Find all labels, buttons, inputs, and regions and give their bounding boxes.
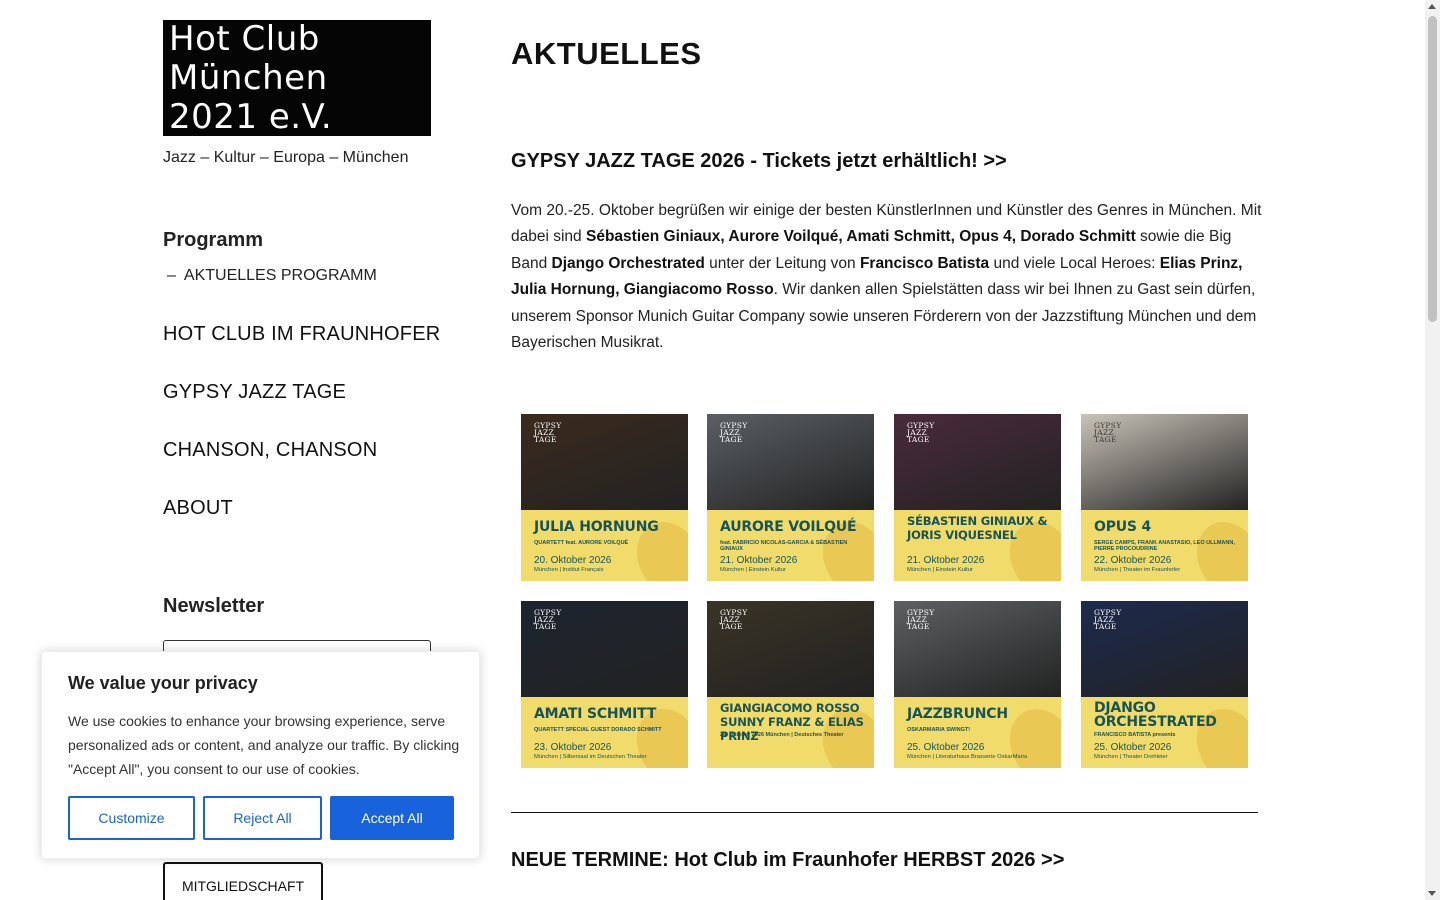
- cookie-title: We value your privacy: [68, 673, 258, 693]
- poster-subtitle: OSKARMARIA SWINGT!: [907, 727, 971, 733]
- poster-date: 21. Oktober 2026: [720, 555, 798, 566]
- poster-name: JAZZBRUNCH: [907, 706, 1008, 722]
- poster-logo: GYPSY JAZZ TAGE: [907, 608, 935, 631]
- poster-subtitle: FRANCISCO BATISTA presents: [1094, 732, 1176, 738]
- nav-item-label: AKTUELLES PROGRAMM: [183, 267, 377, 284]
- poster-location: München | Literaturhaus Brasserie OskarM…: [907, 754, 1028, 760]
- poster-name: SÉBASTIEN GINIAUX & JORIS VIQUESNEL: [907, 514, 1048, 542]
- poster-name: JULIA HORNUNG: [534, 519, 659, 535]
- poster-name: AURORE VOILQUÉ: [720, 519, 857, 535]
- poster-name: AMATI SCHMITT: [534, 706, 657, 722]
- poster-logo: GYPSY JAZZ TAGE: [1094, 608, 1122, 631]
- divider: [511, 812, 1258, 813]
- poster-logo: GYPSY JAZZ TAGE: [720, 608, 748, 631]
- scroll-thumb[interactable]: [1428, 16, 1437, 322]
- scroll-down-icon[interactable]: [1428, 891, 1436, 896]
- customize-button[interactable]: Customize: [68, 796, 195, 840]
- poster-date: 22. Oktober 2026: [1094, 555, 1172, 566]
- cookie-banner: We value your privacy We use cookies to …: [41, 651, 480, 859]
- poster-subtitle: 24. Oktober 2026 München | Deutsches The…: [720, 732, 844, 738]
- event-poster[interactable]: GYPSY JAZZ TAGE GIANGIACOMO ROSSO SUNNY F…: [707, 601, 874, 768]
- poster-subtitle: feat. FABRICIO NICOLAS-GARCIA & SÉBASTIE…: [720, 540, 848, 552]
- poster-logo: GYPSY JAZZ TAGE: [534, 608, 562, 631]
- poster-location: München | Silbersaal im Deutschen Theate…: [534, 754, 647, 760]
- accept-all-button[interactable]: Accept All: [330, 796, 454, 840]
- scrollbar[interactable]: [1425, 0, 1440, 900]
- event-poster[interactable]: GYPSY JAZZ TAGE JAZZBRUNCH OSKARMARIA SWIN…: [894, 601, 1061, 768]
- article-title-neue-termine[interactable]: NEUE TERMINE: Hot Club im Fraunhofer HER…: [511, 849, 1064, 872]
- event-poster[interactable]: GYPSY JAZZ TAGE SÉBASTIEN GINIAUX & JORIS…: [894, 414, 1061, 581]
- poster-date: 20. Oktober 2026: [534, 555, 612, 566]
- poster-name: OPUS 4: [1094, 519, 1152, 535]
- article-text: Vom 20.-25. Oktober begrüßen wir einige …: [511, 202, 1262, 352]
- membership-button[interactable]: MITGLIEDSCHAFT: [163, 862, 323, 900]
- poster-date: 23. Oktober 2026: [534, 742, 612, 753]
- poster-name: DJANGO ORCHESTRATED: [1094, 700, 1217, 730]
- poster-subtitle: SERGE CAMPS, FRANK ANASTASIO, LEO ULLMAN…: [1094, 540, 1235, 552]
- poster-location: München | Einstein Kultur: [907, 567, 973, 573]
- newsletter-heading: Newsletter: [163, 595, 265, 617]
- poster-logo: GYPSY JAZZ TAGE: [907, 421, 935, 444]
- poster-location: München | Einstein Kultur: [720, 567, 786, 573]
- poster-logo: GYPSY JAZZ TAGE: [1094, 421, 1122, 444]
- article-title-gypsy-jazz[interactable]: GYPSY JAZZ TAGE 2026 - Tickets jetzt erh…: [511, 150, 1007, 173]
- nav-heading-programm: Programm: [163, 229, 264, 251]
- poster-date: 25. Oktober 2026: [1094, 742, 1172, 753]
- site-tagline: Jazz – Kultur – Europa – München: [163, 149, 409, 166]
- site-title[interactable]: Hot Club München 2021 e.V.: [163, 20, 431, 137]
- poster-location: München | Theater Drehleier: [1094, 754, 1168, 760]
- poster-logo: GYPSY JAZZ TAGE: [534, 421, 562, 444]
- scroll-up-icon[interactable]: [1428, 4, 1436, 9]
- poster-subtitle: QUARTETT feat. AURORE VOILQUÉ: [534, 540, 629, 546]
- poster-subtitle: QUARTETT SPECIAL GUEST DORADO SCHMITT: [534, 727, 662, 733]
- poster-date: 25. Oktober 2026: [907, 742, 985, 753]
- event-poster[interactable]: GYPSY JAZZ TAGE OPUS 4 SERGE CAMPS, FRANK …: [1081, 414, 1248, 581]
- poster-date: 21. Oktober 2026: [907, 555, 985, 566]
- page-title: AKTUELLES: [511, 36, 702, 71]
- nav-item-chanson[interactable]: CHANSON, CHANSON: [163, 439, 377, 462]
- poster-location: München | Theater im Fraunhofer: [1094, 567, 1181, 573]
- poster-location: München | Institut Français: [534, 567, 604, 573]
- nav-item-about[interactable]: ABOUT: [163, 497, 233, 520]
- dash-icon: –: [167, 267, 176, 284]
- nav-item-hot-club-im-fraunhofer[interactable]: HOT CLUB IM FRAUNHOFER: [163, 323, 440, 346]
- event-poster[interactable]: GYPSY JAZZ TAGE JULIA HORNUNG QUARTETT fea…: [521, 414, 688, 581]
- event-poster[interactable]: GYPSY JAZZ TAGE AURORE VOILQUÉ feat. FABRI…: [707, 414, 874, 581]
- reject-all-button[interactable]: Reject All: [203, 796, 322, 840]
- poster-logo: GYPSY JAZZ TAGE: [720, 421, 748, 444]
- nav-item-aktuelles-programm[interactable]: – AKTUELLES PROGRAMM: [167, 267, 377, 285]
- cookie-text: We use cookies to enhance your browsing …: [68, 713, 460, 777]
- nav-item-gypsy-jazz-tage[interactable]: GYPSY JAZZ TAGE: [163, 381, 346, 404]
- event-poster[interactable]: GYPSY JAZZ TAGE AMATI SCHMITT QUARTETT SPE…: [521, 601, 688, 768]
- event-poster[interactable]: GYPSY JAZZ TAGE DJANGO ORCHESTRATED FRANCI…: [1081, 601, 1248, 768]
